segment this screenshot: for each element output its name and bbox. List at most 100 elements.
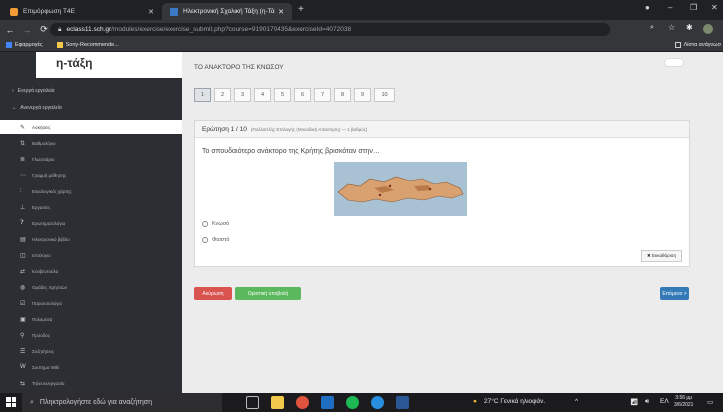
apps-bookmark[interactable]: Εφαρμογές <box>6 42 43 48</box>
page-button[interactable]: 9 <box>354 88 371 102</box>
edit-icon: ✎ <box>20 124 26 131</box>
chrome-icon[interactable] <box>296 396 309 409</box>
chat-icon: ⇄ <box>20 268 26 275</box>
word-icon[interactable] <box>396 396 409 409</box>
sidebar-item[interactable]: ◫ Ιστολόγιο <box>0 248 182 262</box>
window-close-icon[interactable]: ✕ <box>711 3 718 12</box>
tab-title: Ηλεκτρονική Σχολική Τάξη (η-Τά <box>183 8 275 15</box>
sidebar-item[interactable]: ≣ Γλωσσάριο <box>0 152 182 166</box>
blog-icon: ◫ <box>20 252 26 259</box>
section-label: Ανενεργά εργαλεία <box>20 105 62 111</box>
volume-icon[interactable]: 🔊︎ <box>645 398 649 406</box>
sidebar-item[interactable]: ☰ Συζητήσεις <box>0 344 182 358</box>
answer-option[interactable]: Κνωσό <box>202 221 229 227</box>
sidebar-item[interactable]: ⫶ Ενεαλογικός χάρτης <box>0 184 182 198</box>
browser-tab-bar: Επιμόρφωση T4E ✕ Ηλεκτρονική Σχολική Τάξ… <box>0 0 723 20</box>
profile-icon[interactable]: ● <box>645 3 650 12</box>
weather-icon[interactable]: ● <box>473 398 477 405</box>
sidebar-item[interactable]: ⚲ Πρόοδος <box>0 328 182 342</box>
sidebar-item[interactable]: W Συστημα Wiki <box>0 360 182 374</box>
page-button[interactable]: 5 <box>274 88 291 102</box>
sidebar-item[interactable]: ⊥ Εργασίες <box>0 200 182 214</box>
radio-button[interactable] <box>202 221 208 227</box>
sidebar-item-label: Γλωσσάριο <box>32 156 55 162</box>
task-view-icon[interactable] <box>246 396 259 409</box>
sidebar-item[interactable]: ▤ Ηλεκτρονικό βιβλίο <box>0 232 182 246</box>
sidebar-section-active-tools[interactable]: › Ενεργά εργαλεία <box>6 84 182 98</box>
bookmark-folder[interactable]: Sony-Recommende... <box>56 42 119 48</box>
toggle-switch[interactable] <box>664 58 684 67</box>
section-label: Ενεργά εργαλεία <box>17 88 55 94</box>
reading-list[interactable]: Λίστα ανάγνωσ <box>674 42 721 48</box>
sidebar-item[interactable]: ❓︎ Ερωτηματολόγια <box>0 216 182 230</box>
site-logo[interactable]: η-τάξη <box>36 52 182 78</box>
option-label: Κνωσό <box>212 221 230 227</box>
question-meta: (Πολλαπλής Επιλογής (Μοναδική Απάντηση) … <box>250 126 368 132</box>
question-card: Ερώτηση 1 / 10 (Πολλαπλής Επιλογής (Μονα… <box>194 120 690 267</box>
url-field[interactable]: 🔒︎ eclass11.sch.gr /modules/exercise/exe… <box>50 23 610 36</box>
page-button[interactable]: 1 <box>194 88 211 102</box>
radio-button[interactable] <box>202 237 208 243</box>
page-title: ΤΟ ΑΝΑΚΤΟΡΟ ΤΗΣ ΚΝΩΣΟΥ <box>194 64 284 71</box>
browser-tab-active[interactable]: Ηλεκτρονική Σχολική Τάξη (η-Τά ✕ <box>162 3 292 20</box>
weather-text[interactable]: 27°C Γενικά ηλιοφάν. <box>484 398 545 405</box>
sidebar-item[interactable]: ☑ Παρουσιολόγιο <box>0 296 182 310</box>
clear-answer-button[interactable]: ✖ Εκκαθάριση <box>641 250 682 262</box>
close-tab-icon[interactable]: ✕ <box>278 8 284 16</box>
sidebar-item-label: Γραμμή μάθησης <box>32 172 67 178</box>
eclass-favicon-icon <box>170 7 178 16</box>
sidebar-item[interactable]: ⋯ Γραμμή μάθησης <box>0 168 182 182</box>
page-button[interactable]: 8 <box>334 88 351 102</box>
apps-grid-icon <box>6 42 12 48</box>
star-icon[interactable]: ☆ <box>668 23 675 32</box>
answer-option[interactable]: Φαιστό <box>202 237 229 243</box>
url-path: /modules/exercise/exercise_submit.php?co… <box>111 26 352 33</box>
avatar[interactable] <box>703 24 713 34</box>
forward-icon[interactable]: → <box>20 25 34 35</box>
page-button[interactable]: 2 <box>214 88 231 102</box>
sidebar-item-label: Ερωτηματολόγια <box>32 220 66 226</box>
sidebar-item[interactable]: ⇄ Κουβεντούλα <box>0 264 182 278</box>
tasks-icon: ⊥ <box>20 204 26 211</box>
back-icon[interactable]: ← <box>3 25 17 35</box>
minimize-icon[interactable]: – <box>668 3 672 12</box>
sidebar-item[interactable]: ✎ Ασκήσεις <box>0 120 182 134</box>
page-button[interactable]: 4 <box>254 88 271 102</box>
next-button[interactable]: Επόμενο > <box>660 287 689 300</box>
language-indicator[interactable]: ΕΛ <box>660 398 669 405</box>
maximize-icon[interactable]: ❐ <box>690 3 697 12</box>
page-button[interactable]: 10 <box>374 88 395 102</box>
close-tab-icon[interactable]: ✕ <box>148 8 154 16</box>
tray-chevron-up-icon[interactable]: ^ <box>575 398 578 405</box>
notifications-icon[interactable]: ▭ <box>707 398 713 406</box>
page-button[interactable]: 7 <box>314 88 331 102</box>
sidebar-item[interactable]: ⇆ Τηλεσυνεργασία <box>0 376 182 390</box>
new-tab-icon[interactable]: + <box>298 4 304 15</box>
sidebar-section-inactive-tools[interactable]: ⌄ Ανενεργά εργαλεία <box>6 101 182 115</box>
chevron-right-icon: › <box>12 88 14 94</box>
network-icon[interactable]: 📶︎ <box>630 398 638 406</box>
outlook-icon[interactable] <box>321 396 334 409</box>
file-explorer-icon[interactable] <box>271 396 284 409</box>
page-button[interactable]: 3 <box>234 88 251 102</box>
app-icon[interactable] <box>371 396 384 409</box>
book-icon: ▤ <box>20 236 26 243</box>
extensions-icon[interactable]: ✱ <box>686 23 693 32</box>
search-icon[interactable]: ⌕ <box>650 24 654 32</box>
spotify-icon[interactable] <box>346 396 359 409</box>
windows-start-icon[interactable] <box>6 397 16 407</box>
taskbar-clock[interactable]: 3:56 μμ 3/6/2021 <box>674 395 693 409</box>
final-submit-button[interactable]: Οριστική υποβολή <box>235 287 301 300</box>
reload-icon[interactable]: ⟳ <box>37 24 51 35</box>
browser-tab[interactable]: Επιμόρφωση T4E ✕ <box>2 3 162 20</box>
taskbar-search-input[interactable]: ⌕ Πληκτρολογήστε εδώ για αναζήτηση <box>22 393 222 412</box>
sidebar-item[interactable]: ⇅ Βαθμολόγιο <box>0 136 182 150</box>
cancel-button[interactable]: Ακύρωση <box>194 287 232 300</box>
sidebar-item[interactable]: ▣ Πολυμέσα <box>0 312 182 326</box>
tab-title: Επιμόρφωση T4E <box>23 8 75 15</box>
page-button[interactable]: 6 <box>294 88 311 102</box>
sidebar-item[interactable]: ◍ Ομάδες Χρηστών <box>0 280 182 294</box>
progress-icon: ⚲ <box>20 332 25 339</box>
sidebar-item-label: Ενεαλογικός χάρτης <box>32 188 72 194</box>
sidebar-item-label: Παρουσιολόγιο <box>32 300 63 306</box>
